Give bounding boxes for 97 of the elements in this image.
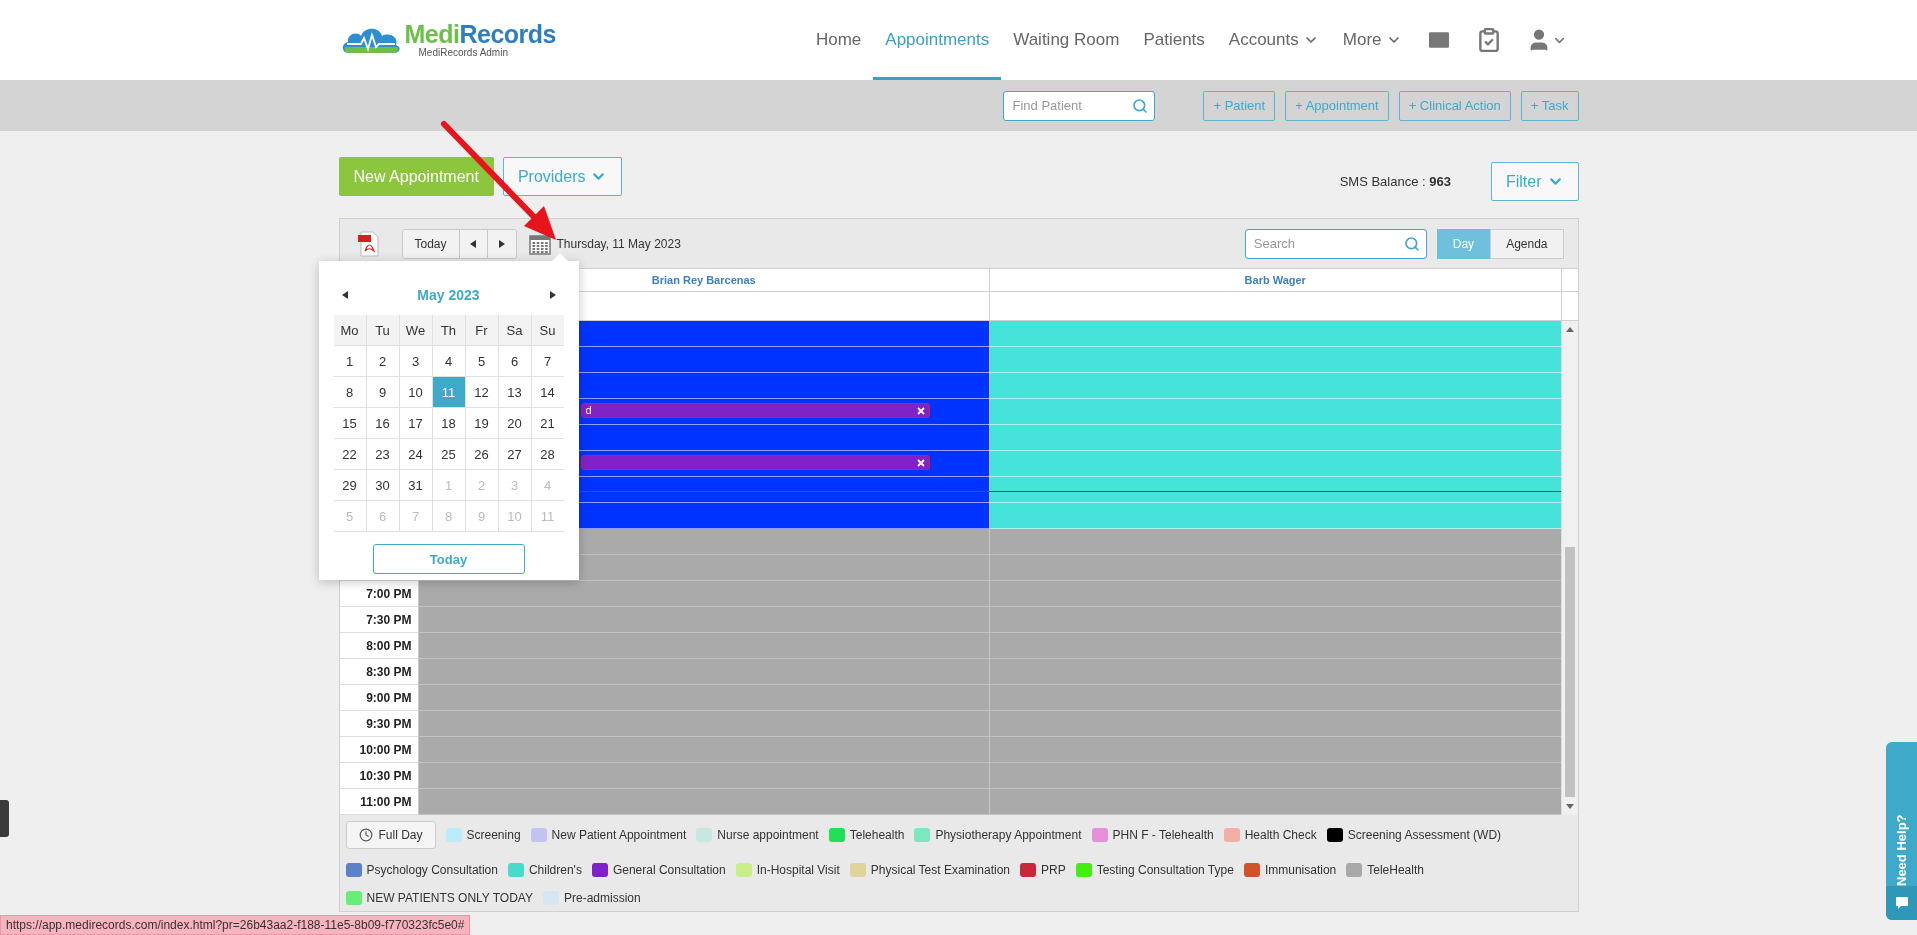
weekday-label: Mo — [333, 315, 366, 345]
search-icon — [1132, 97, 1149, 114]
calendar-search-field[interactable]: Search — [1244, 228, 1427, 259]
weekday-label: We — [399, 315, 432, 345]
day-cell[interactable]: 6 — [498, 346, 531, 376]
today-button[interactable]: Today — [402, 229, 460, 258]
day-cell[interactable]: 12 — [465, 377, 498, 407]
close-icon[interactable] — [916, 458, 925, 467]
previous-day-button[interactable] — [459, 229, 488, 258]
legend-label: Testing Consultation Type — [1096, 863, 1234, 877]
time-label: 7:00 PM — [366, 586, 412, 601]
next-day-button[interactable] — [487, 229, 516, 258]
time-label: 9:30 PM — [366, 716, 412, 731]
time-label: 8:30 PM — [366, 664, 412, 679]
side-tab-icon[interactable] — [0, 800, 9, 837]
time-label: 7:30 PM — [366, 612, 412, 627]
legend-label: Psychology Consultation — [366, 863, 498, 877]
day-cell[interactable]: 13 — [498, 377, 531, 407]
time-label: 11:00 PM — [360, 794, 412, 809]
legend-label: General Consultation — [612, 863, 726, 877]
day-cell[interactable]: 20 — [498, 408, 531, 438]
legend-label: Physiotherapy Appointment — [935, 828, 1082, 842]
view-tab[interactable]: Agenda — [1490, 228, 1564, 259]
current-date: Thursday, 11 May 2023 — [556, 236, 681, 251]
logo-subtitle: MediRecords Admin — [418, 47, 509, 58]
nav-link[interactable]: Patients — [1131, 0, 1217, 80]
time-label: 8:00 PM — [366, 638, 412, 653]
nav-link[interactable]: Home — [803, 0, 874, 80]
day-cell[interactable]: 21 — [531, 408, 564, 438]
caret-right-icon — [498, 239, 505, 248]
appointment-block[interactable]: d — [580, 403, 930, 418]
day-cell[interactable]: 15 — [333, 408, 366, 438]
next-month-icon — [549, 291, 556, 299]
day-cell[interactable]: 24 — [399, 439, 432, 469]
time-label: 10:00 PM — [359, 742, 412, 757]
legend-label: Pre-admission — [564, 891, 641, 905]
time-label: 9:00 PM — [366, 690, 412, 705]
legend-label: New Patient Appointment — [551, 828, 687, 842]
legend-label: TeleHealth — [1367, 863, 1424, 877]
weekday-label: Tu — [366, 315, 399, 345]
day-cell[interactable]: 14 — [531, 377, 564, 407]
previous-month-icon — [341, 291, 348, 299]
day-cell[interactable]: 8 — [333, 377, 366, 407]
day-cell[interactable]: 29 — [333, 470, 366, 500]
day-cell[interactable]: 25 — [432, 439, 465, 469]
pdf-icon[interactable] — [357, 230, 380, 257]
logo-wordmark: MediRecords — [404, 22, 556, 47]
close-icon[interactable] — [916, 406, 925, 415]
day-cell[interactable]: 4 — [432, 346, 465, 376]
legend-label: PRP — [1041, 863, 1066, 877]
day-cell[interactable]: 5 — [465, 346, 498, 376]
find-patient-field[interactable]: Find Patient — [1003, 90, 1156, 121]
legend-label: In-Hospital Visit — [756, 863, 840, 877]
day-cell[interactable]: 1 — [333, 346, 366, 376]
clock-icon — [358, 828, 373, 842]
chat-bubble-icon — [1894, 896, 1909, 910]
time-label: 10:30 PM — [359, 768, 412, 783]
weekday-label: Fr — [465, 315, 498, 345]
legend-label: NEW PATIENTS ONLY TODAY — [366, 891, 533, 905]
day-cell[interactable]: 28 — [531, 439, 564, 469]
sms-balance: SMS Balance : 963 — [1339, 174, 1451, 189]
day-cell[interactable]: 23 — [366, 439, 399, 469]
legend-label: Physical Test Examination — [870, 863, 1010, 877]
day-cell[interactable]: 17 — [399, 408, 432, 438]
nav-link[interactable]: Waiting Room — [1001, 0, 1132, 80]
weekday-label: Su — [531, 315, 564, 345]
appointment-label: d — [585, 405, 592, 416]
legend-label: PHN F - Telehealth — [1112, 828, 1214, 842]
legend-label: Health Check — [1244, 828, 1317, 842]
legend-label: Screening Assessment (WD) — [1347, 828, 1502, 842]
day-cell[interactable]: 26 — [465, 439, 498, 469]
legend-label: Children's — [528, 863, 582, 877]
legend-label: Immunisation — [1264, 863, 1337, 877]
day-cell[interactable]: 16 — [366, 408, 399, 438]
day-cell[interactable]: 30 — [366, 470, 399, 500]
day-cell[interactable]: 31 — [399, 470, 432, 500]
caret-left-icon — [470, 239, 477, 248]
nav-link[interactable]: More — [1330, 0, 1414, 80]
day-cell[interactable]: 27 — [498, 439, 531, 469]
day-cell[interactable]: 22 — [333, 439, 366, 469]
legend-label: Screening — [466, 828, 521, 842]
legend-label: Nurse appointment — [717, 828, 819, 842]
day-cell[interactable]: 10 — [399, 377, 432, 407]
status-url: https://app.medirecords.com/index.html?pr=26b43aa2-f188-11e5-8b09-f770323fc5e0# — [0, 915, 471, 935]
weekday-label: Th — [432, 315, 465, 345]
nav-link[interactable]: Accounts — [1216, 0, 1331, 80]
day-cell[interactable]: 19 — [465, 408, 498, 438]
day-cell[interactable]: 3 — [399, 346, 432, 376]
day-cell[interactable]: 9 — [366, 377, 399, 407]
day-cell[interactable]: 7 — [531, 346, 564, 376]
day-cell[interactable]: 2 — [366, 346, 399, 376]
weekday-label: Sa — [498, 315, 531, 345]
calendar-icon[interactable] — [528, 232, 551, 255]
legend-label: Telehealth — [849, 828, 905, 842]
day-cell[interactable]: 18 — [432, 408, 465, 438]
search-icon — [1403, 235, 1420, 252]
full-day-button[interactable]: Full Day — [345, 821, 436, 849]
